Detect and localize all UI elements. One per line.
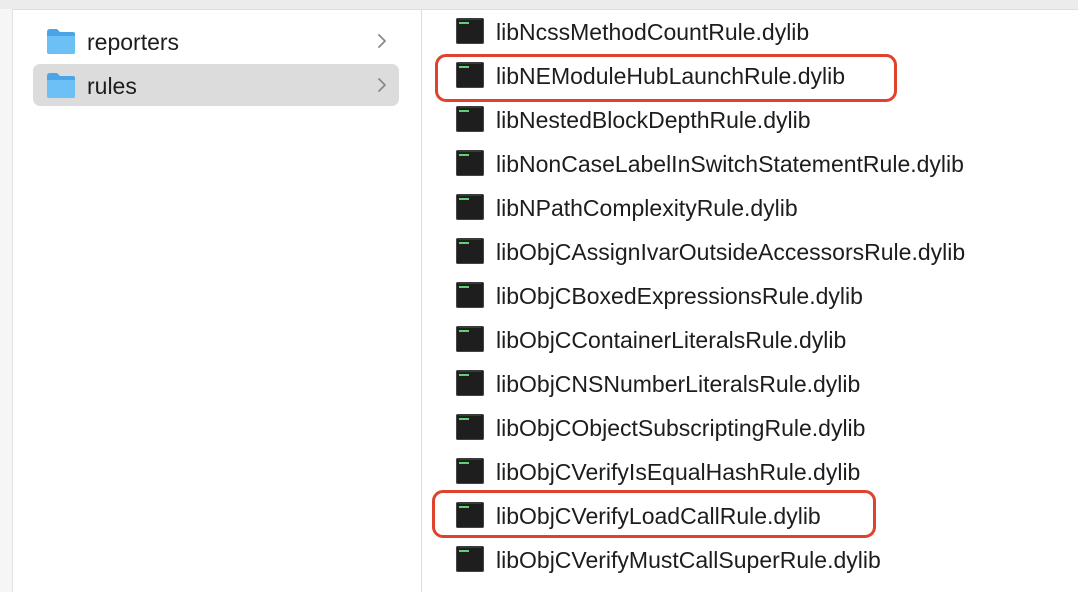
file-name: libObjCVerifyIsEqualHashRule.dylib [496,459,861,485]
executable-file-icon [456,282,484,308]
executable-file-icon [456,238,484,264]
executable-file-icon [456,458,484,484]
window-top-edge [0,0,1078,10]
chevron-right-icon [378,78,386,92]
file-name: libNestedBlockDepthRule.dylib [496,107,811,133]
folder-label: rules [87,73,137,99]
sidebar-edge [0,9,13,592]
folder-icon [47,73,75,98]
executable-file-icon [456,546,484,572]
executable-file-icon [456,194,484,220]
executable-file-icon [456,62,484,88]
folder-label: reporters [87,29,180,55]
file-column[interactable]: libNcssMethodCountRule.dylib libNEModule… [422,10,1078,592]
file-name: libObjCObjectSubscriptingRule.dylib [496,415,866,441]
executable-file-icon [456,18,484,44]
folder-row-rules[interactable]: rules [33,64,399,106]
executable-file-icon [456,150,484,176]
file-name: libNEModuleHubLaunchRule.dylib [496,63,846,89]
executable-file-icon [456,370,484,396]
chevron-right-icon [378,34,386,48]
folder-icon [47,29,75,54]
file-name: libObjCBoxedExpressionsRule.dylib [496,283,863,309]
file-name: libObjCContainerLiteralsRule.dylib [496,327,847,353]
executable-file-icon [456,106,484,132]
folder-column[interactable]: reporters rules [13,10,421,592]
executable-file-icon [456,502,484,528]
executable-file-icon [456,326,484,352]
executable-file-icon [456,414,484,440]
file-name: libObjCVerifyLoadCallRule.dylib [496,503,821,529]
file-name: libObjCVerifyMustCallSuperRule.dylib [496,547,881,573]
file-name: libNonCaseLabelInSwitchStatementRule.dyl… [496,151,964,177]
file-name: libNPathComplexityRule.dylib [496,195,798,221]
file-name: libNcssMethodCountRule.dylib [496,19,810,45]
file-name: libObjCAssignIvarOutsideAccessorsRule.dy… [496,239,966,265]
folder-row-reporters[interactable]: reporters [33,20,399,62]
file-name: libObjCNSNumberLiteralsRule.dylib [496,371,861,397]
